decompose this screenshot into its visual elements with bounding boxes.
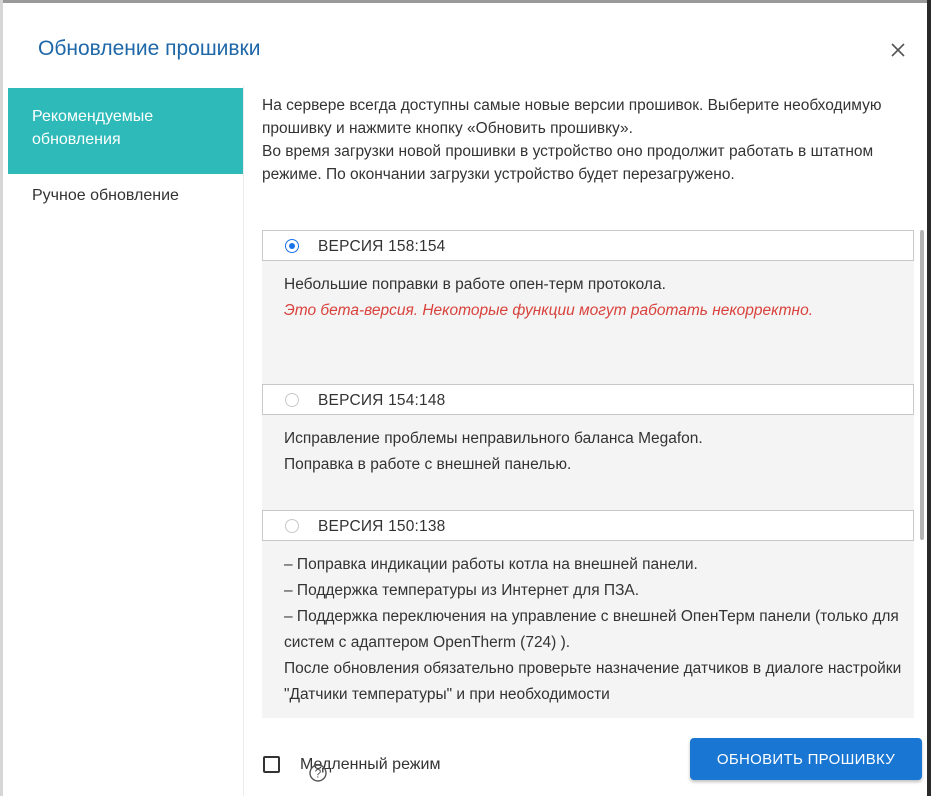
sidebar-item-manual-update[interactable]: Ручное обновление xyxy=(8,184,243,207)
version-description-line: – Поддержка переключения на управление с… xyxy=(284,608,899,651)
svg-text:?: ? xyxy=(315,766,322,780)
radio-unselected[interactable] xyxy=(285,393,299,407)
version-item: ВЕРСИЯ 150:138 – Поправка индикации рабо… xyxy=(262,510,914,718)
version-option-150-138[interactable]: ВЕРСИЯ 150:138 xyxy=(262,510,914,541)
update-firmware-button[interactable]: ОБНОВИТЬ ПРОШИВКУ xyxy=(690,738,922,780)
radio-unselected[interactable] xyxy=(285,519,299,533)
sidebar: Рекомендуемые обновления Ручное обновлен… xyxy=(8,86,244,796)
version-description-line: – Поправка индикации работы котла на вне… xyxy=(284,556,698,573)
intro-text: На сервере всегда доступны самые новые в… xyxy=(262,94,922,186)
radio-selected[interactable] xyxy=(285,239,299,253)
window-top-edge xyxy=(0,0,931,3)
version-label: ВЕРСИЯ 154:148 xyxy=(318,392,446,409)
version-description: Исправление проблемы неправильного балан… xyxy=(284,426,904,478)
slow-mode-checkbox[interactable] xyxy=(263,756,280,773)
version-item: ВЕРСИЯ 158:154 Небольшие поправки в рабо… xyxy=(262,230,914,384)
version-item: ВЕРСИЯ 154:148 Исправление проблемы непр… xyxy=(262,384,914,510)
version-description-line: Исправление проблемы неправильного балан… xyxy=(284,430,703,447)
sidebar-item-recommended-updates[interactable]: Рекомендуемые обновления xyxy=(8,88,243,174)
versions-list[interactable]: ВЕРСИЯ 158:154 Небольшие поправки в рабо… xyxy=(262,230,924,718)
version-option-154-148[interactable]: ВЕРСИЯ 154:148 xyxy=(262,384,914,415)
sidebar-item-label: Ручное обновление xyxy=(32,187,179,204)
intro-paragraph-2: Во время загрузки новой прошивки в устро… xyxy=(262,143,874,183)
version-description-line: Небольшие поправки в работе опен-терм пр… xyxy=(284,276,666,293)
version-description-line: После обновления обязательно проверьте н… xyxy=(284,660,902,703)
version-label: ВЕРСИЯ 158:154 xyxy=(318,238,446,255)
version-description: – Поправка индикации работы котла на вне… xyxy=(284,552,904,708)
beta-warning: Это бета-версия. Некоторые функции могут… xyxy=(284,302,814,319)
close-button[interactable] xyxy=(884,36,912,64)
version-description-line: Поправка в работе с внешней панелью. xyxy=(284,456,572,473)
version-label: ВЕРСИЯ 150:138 xyxy=(318,518,446,535)
version-option-158-154[interactable]: ВЕРСИЯ 158:154 xyxy=(262,230,914,261)
dialog-title: Обновление прошивки xyxy=(38,37,261,60)
close-icon xyxy=(891,43,905,57)
version-description-line: – Поддержка температуры из Интернет для … xyxy=(284,582,640,599)
window-right-edge xyxy=(927,0,931,796)
sidebar-item-label: Рекомендуемые обновления xyxy=(32,108,154,148)
version-description: Небольшие поправки в работе опен-терм пр… xyxy=(284,272,904,324)
scrollbar-thumb[interactable] xyxy=(920,230,924,540)
intro-paragraph-1: На сервере всегда доступны самые новые в… xyxy=(262,97,882,137)
window-left-edge xyxy=(0,0,3,796)
help-circle-icon[interactable]: ? xyxy=(308,763,328,783)
